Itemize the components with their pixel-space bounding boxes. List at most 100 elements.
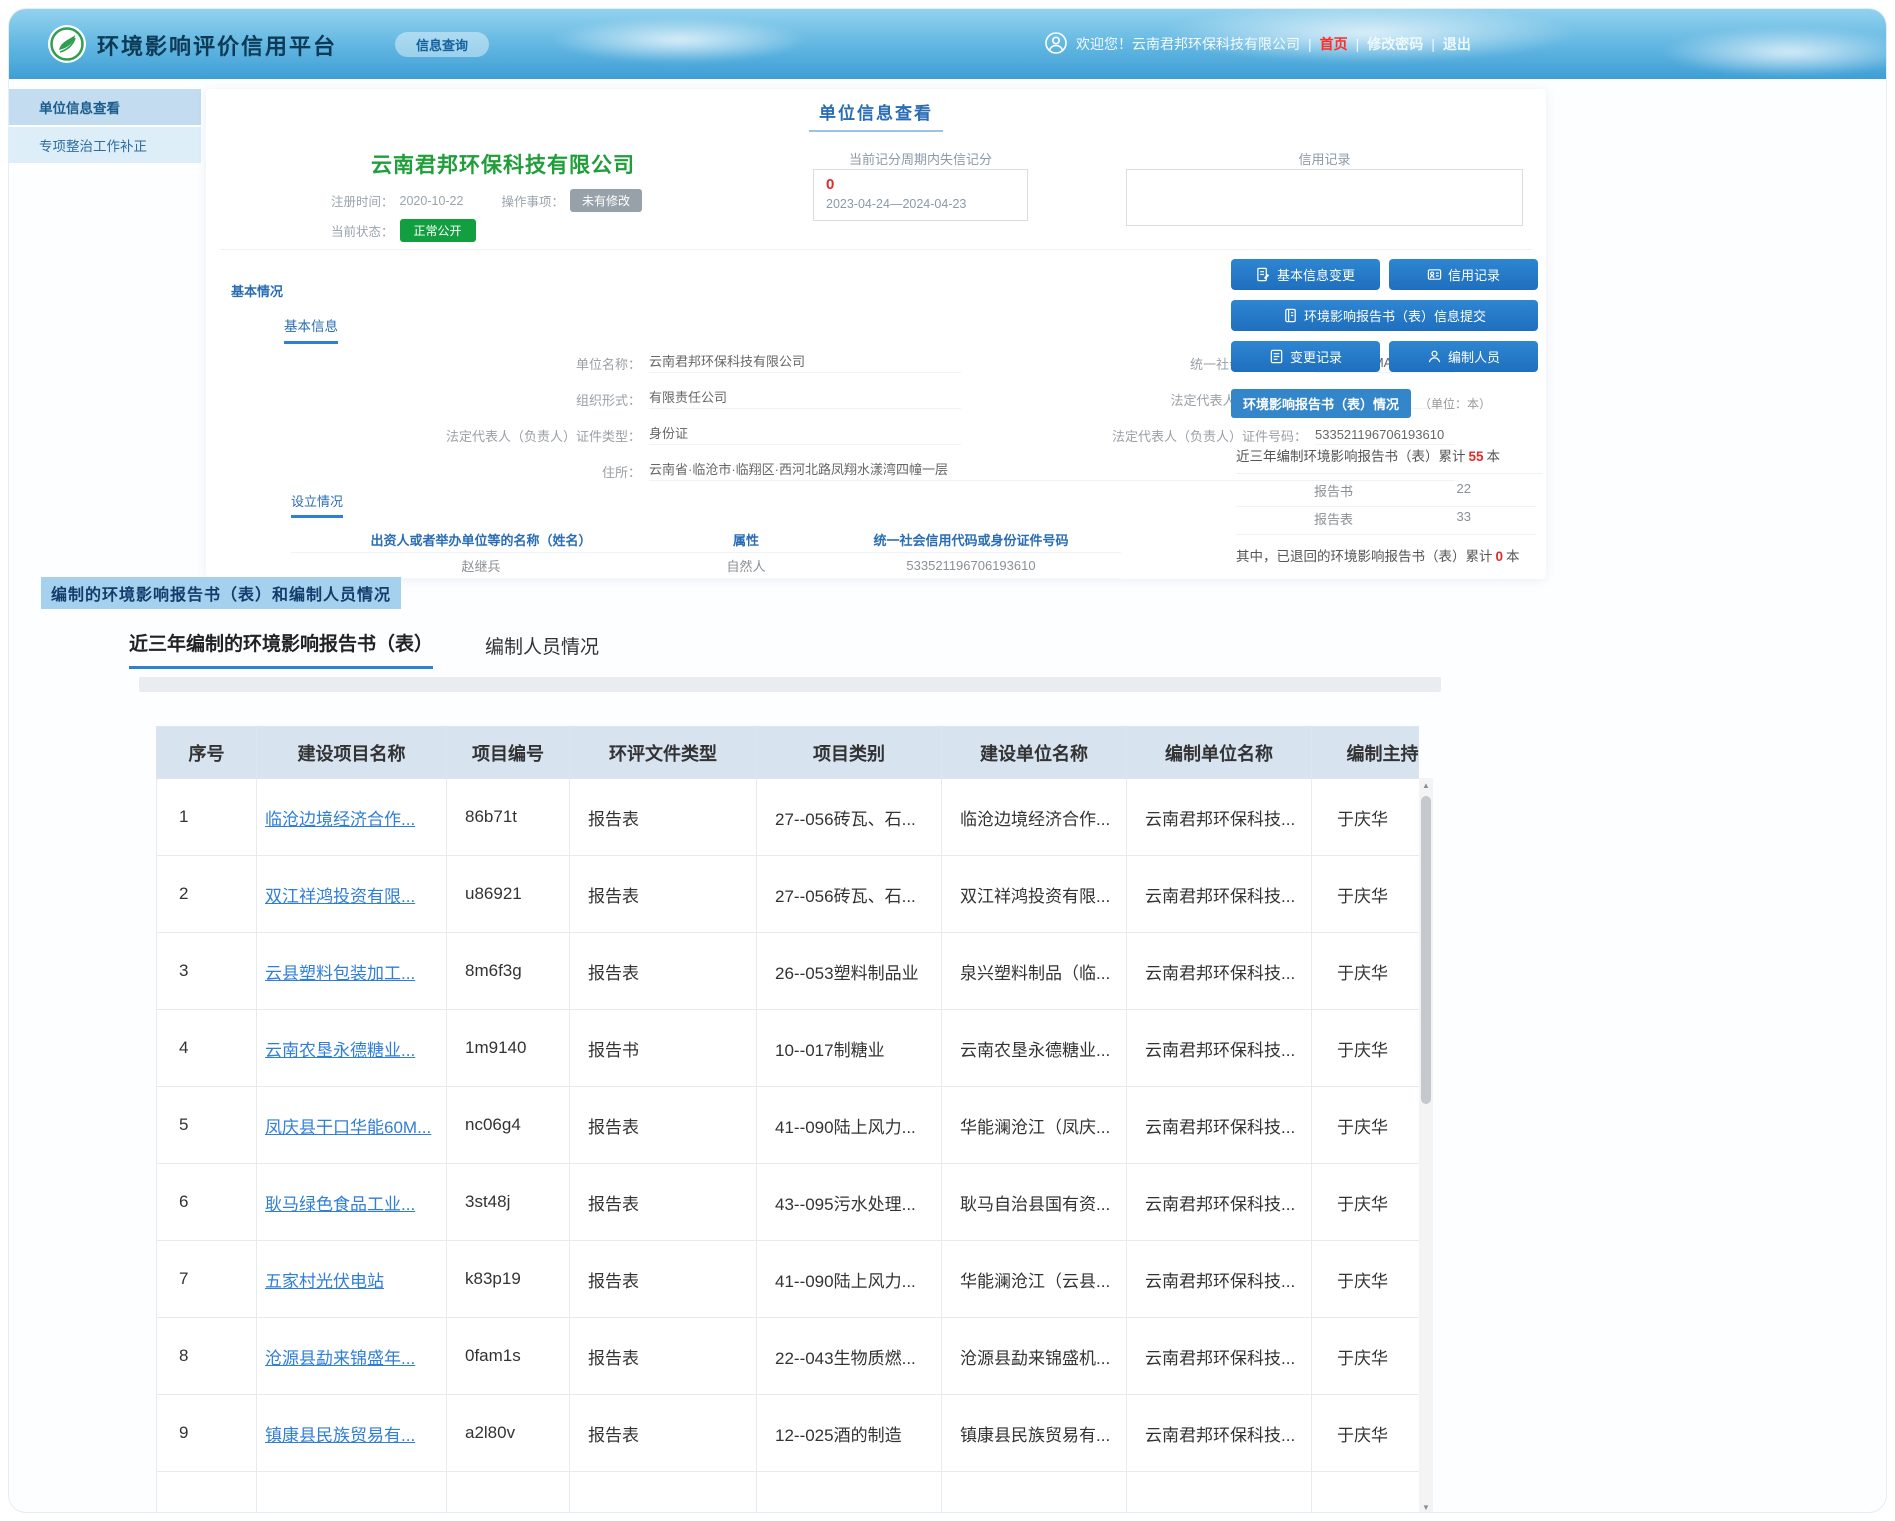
doc-edit-icon <box>1256 267 1271 282</box>
project-link[interactable]: 镇康县民族贸易有... <box>265 1426 415 1445</box>
register-time-label: 注册时间： <box>331 191 394 210</box>
tab-staff-info[interactable]: 编制人员情况 <box>485 632 599 669</box>
project-link[interactable]: 临沧边境经济合作... <box>265 810 415 829</box>
table-cell: 于庆华 <box>1312 1395 1420 1472</box>
project-link[interactable]: 云南农垦永德糖业... <box>265 1041 415 1060</box>
project-link[interactable]: 耿马绿色食品工业... <box>265 1195 415 1214</box>
nav-logout-link[interactable]: 退出 <box>1443 34 1471 54</box>
nav-change-password-link[interactable]: 修改密码 <box>1367 34 1423 54</box>
table-row: 6耿马绿色食品工业...3st48j报告表43--095污水处理...耿马自治县… <box>157 1164 1420 1241</box>
project-name-cell: 凤庆县干口华能60M... <box>257 1087 447 1164</box>
table-cell: 41--090陆上风力... <box>757 1087 942 1164</box>
table-cell: 云南君邦环保科技... <box>1127 1241 1312 1318</box>
separator: | <box>1356 36 1360 52</box>
status-badge: 正常公开 <box>400 219 476 242</box>
stat-label: 报告书 <box>1314 481 1353 500</box>
report-total-line: 近三年编制环境影响报告书（表）累计55本 <box>1236 445 1543 474</box>
person-icon <box>1427 349 1442 364</box>
project-link[interactable]: 沧源县勐来锦盛年... <box>265 1349 415 1368</box>
report-book-row: 报告书 22 <box>1236 481 1536 507</box>
info-query-button[interactable]: 信息查询 <box>395 32 489 57</box>
stat-label: 报告表 <box>1314 509 1353 528</box>
project-link[interactable]: 凤庆县干口华能60M... <box>265 1118 431 1137</box>
table-cell: 22--043生物质燃... <box>757 1318 942 1395</box>
sidebar-item-special-rectify[interactable]: 专项整治工作补正 <box>9 127 201 163</box>
table-cell: 27--056砖瓦、石... <box>757 856 942 933</box>
table-cell: 报告表 <box>570 1164 757 1241</box>
company-register-line: 注册时间： 2020-10-22 操作事项： 未有修改 <box>331 189 642 212</box>
table-cell: 86b71t <box>447 779 570 856</box>
table-cell: 12--025酒的制造 <box>757 1395 942 1472</box>
investor-name: 赵继兵 <box>291 556 671 575</box>
change-record-button[interactable]: 变更记录 <box>1231 341 1380 372</box>
table-cell: 耿马自治县国有资... <box>942 1164 1127 1241</box>
table-cell: 云南君邦环保科技... <box>1127 1395 1312 1472</box>
table-cell <box>1312 1472 1420 1514</box>
report-submit-button[interactable]: 环境影响报告书（表）信息提交 <box>1231 300 1538 331</box>
score-period: 2023-04-24—2024-04-23 <box>826 197 1015 211</box>
table-cell: 10--017制糖业 <box>757 1010 942 1087</box>
credit-panel-title: 信用记录 <box>1126 149 1523 168</box>
table-cell: 3st48j <box>447 1164 570 1241</box>
table-cell <box>447 1472 570 1514</box>
divider <box>220 249 1532 250</box>
report-table-body: 1临沧边境经济合作...86b71t报告表27--056砖瓦、石...临沧边境经… <box>157 779 1420 1514</box>
report-stats-header: 环境影响报告书（表）情况 （单位：本） <box>1231 389 1538 418</box>
table-cell: 镇康县民族贸易有... <box>942 1395 1127 1472</box>
returned-count: 0 <box>1493 549 1507 564</box>
project-link[interactable]: 云县塑料包装加工... <box>265 964 415 983</box>
company-name: 云南君邦环保科技有限公司 <box>371 149 635 179</box>
score-panel: 0 2023-04-24—2024-04-23 <box>813 169 1028 221</box>
bottom-section-title: 编制的环境影响报告书（表）和编制人员情况 <box>41 577 401 609</box>
table-cell: 9 <box>157 1395 257 1472</box>
report-table: 序号建设项目名称项目编号环评文件类型项目类别建设单位名称编制单位名称编制主持人 … <box>156 726 1419 1513</box>
user-avatar-icon <box>1044 31 1068 58</box>
table-cell <box>257 1472 447 1514</box>
welcome-text: 欢迎您！云南君邦环保科技有限公司 <box>1076 34 1300 54</box>
sidebar-item-unit-info[interactable]: 单位信息查看 <box>9 89 201 125</box>
table-cell <box>157 1472 257 1514</box>
field-value: 云南君邦环保科技有限公司 <box>649 351 961 373</box>
table-cell: 华能澜沧江（凤庆... <box>942 1087 1127 1164</box>
project-name-cell: 临沧边境经济合作... <box>257 779 447 856</box>
table-cell: u86921 <box>447 856 570 933</box>
vertical-scrollbar[interactable]: ▲ ▼ <box>1419 778 1433 1513</box>
table-row: 2双江祥鸿投资有限...u86921报告表27--056砖瓦、石...双江祥鸿投… <box>157 856 1420 933</box>
staff-button[interactable]: 编制人员 <box>1389 341 1538 372</box>
field-label: 住所： <box>286 462 641 481</box>
project-name-cell: 耿马绿色食品工业... <box>257 1164 447 1241</box>
table-cell: 4 <box>157 1010 257 1087</box>
column-header: 环评文件类型 <box>570 727 757 779</box>
column-header: 项目类别 <box>757 727 942 779</box>
table-row: 8沧源县勐来锦盛年...0fam1s报告表22--043生物质燃...沧源县勐来… <box>157 1318 1420 1395</box>
table-cell <box>942 1472 1127 1514</box>
tab-basic-info[interactable]: 基本信息 <box>284 315 338 344</box>
credit-record-button[interactable]: 信用记录 <box>1389 259 1538 290</box>
action-button-panel: 基本信息变更 信用记录 环境影响报告书（表）信息提交 变更记录 <box>1231 259 1538 382</box>
page-title: 单位信息查看 <box>206 99 1546 132</box>
scroll-down-arrow-icon[interactable]: ▼ <box>1419 1500 1433 1513</box>
table-row <box>157 1472 1420 1514</box>
column-header: 统一社会信用代码或身份证件号码 <box>821 530 1121 549</box>
table-cell: 于庆华 <box>1312 1241 1420 1318</box>
app-window: 环境影响评价信用平台 信息查询 欢迎您！云南君邦环保科技有限公司 | 首页 | … <box>8 8 1887 1513</box>
table-cell: 云南君邦环保科技... <box>1127 1010 1312 1087</box>
basic-info-fields: 单位名称： 云南君邦环保科技有限公司 统一社会信用代码： 91531000MA6… <box>286 351 1221 481</box>
project-link[interactable]: 双江祥鸿投资有限... <box>265 887 415 906</box>
credit-record-panel <box>1126 169 1523 226</box>
table-row: 3云县塑料包装加工...8m6f3g报告表26--053塑料制品业泉兴塑料制品（… <box>157 933 1420 1010</box>
table-cell: 沧源县勐来锦盛机... <box>942 1318 1127 1395</box>
nav-home-link[interactable]: 首页 <box>1320 34 1348 54</box>
scrollbar-thumb[interactable] <box>1421 796 1431 1104</box>
table-cell: 报告表 <box>570 856 757 933</box>
table-cell: 于庆华 <box>1312 933 1420 1010</box>
project-name-cell: 五家村光伏电站 <box>257 1241 447 1318</box>
table-cell: nc06g4 <box>447 1087 570 1164</box>
basic-change-button[interactable]: 基本信息变更 <box>1231 259 1380 290</box>
project-link[interactable]: 五家村光伏电站 <box>265 1272 384 1291</box>
table-cell: 于庆华 <box>1312 1318 1420 1395</box>
tab-recent-reports[interactable]: 近三年编制的环境影响报告书（表） <box>129 629 433 669</box>
scroll-up-arrow-icon[interactable]: ▲ <box>1419 778 1433 792</box>
project-name-cell: 双江祥鸿投资有限... <box>257 856 447 933</box>
table-cell: 报告表 <box>570 779 757 856</box>
